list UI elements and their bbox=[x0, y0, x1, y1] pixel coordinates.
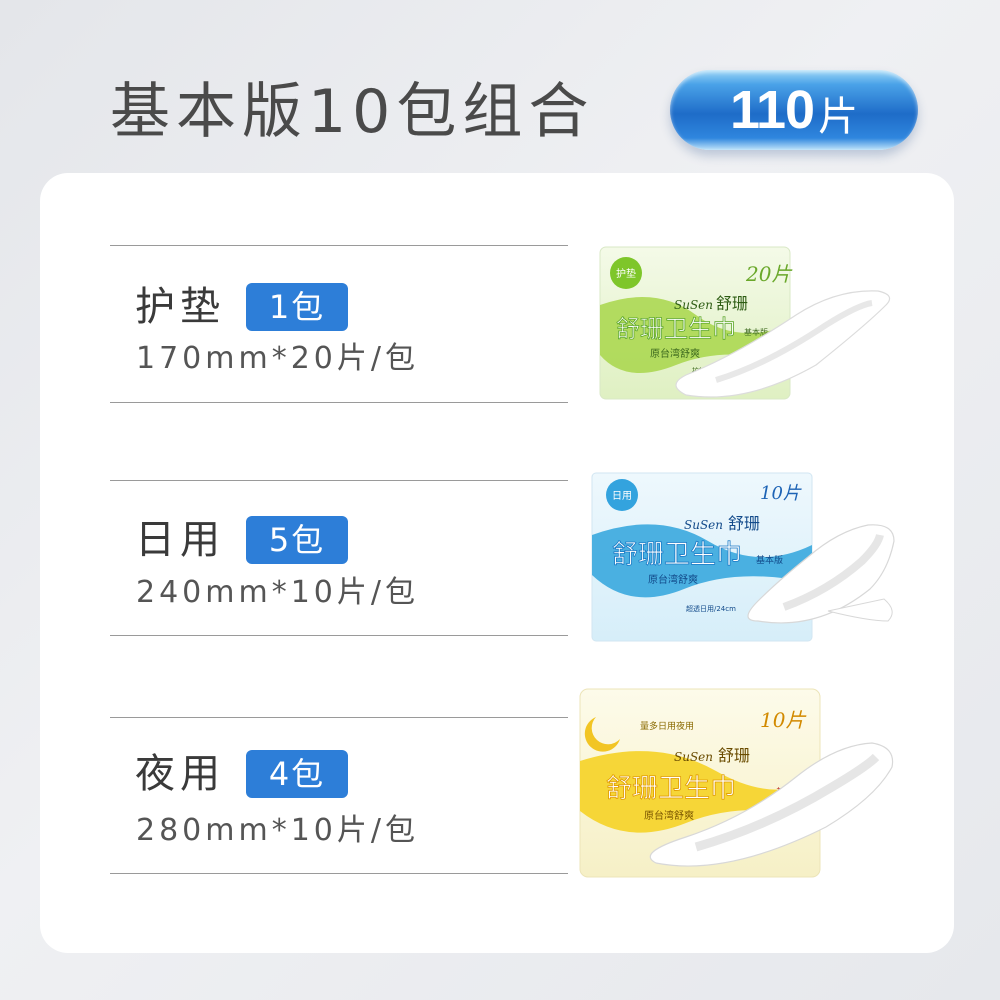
package-slogan: 原台湾舒爽 bbox=[644, 809, 694, 822]
package-qty: 10片 bbox=[760, 483, 802, 504]
item-count-badge: 1包 bbox=[246, 283, 348, 331]
divider bbox=[110, 245, 568, 246]
divider bbox=[110, 480, 568, 481]
package-slogan: 原台湾舒爽 bbox=[648, 573, 698, 586]
daytime-pad-package-image: 日用 10片 SuSen 舒珊 舒珊卫生巾 原台湾舒爽 基本版 超透日用/24c… bbox=[591, 472, 895, 642]
item-count-badge: 4包 bbox=[246, 750, 348, 798]
package-slogan: 原台湾舒爽 bbox=[650, 347, 700, 360]
item-name: 日用 bbox=[135, 517, 225, 563]
package-brand-cn: 舒珊 bbox=[718, 746, 750, 765]
total-count-number: 110 bbox=[729, 80, 815, 140]
package-brand-cn: 舒珊 bbox=[716, 294, 748, 313]
divider bbox=[110, 873, 568, 874]
item-name: 护垫 bbox=[135, 284, 225, 330]
package-qty: 10片 bbox=[760, 708, 806, 732]
package-tag: 护垫 bbox=[616, 267, 636, 280]
package-tag: 日用 bbox=[612, 491, 632, 502]
item-spec: 240mm*10片/包 bbox=[136, 575, 419, 610]
package-product-name: 舒珊卫生巾 bbox=[612, 540, 742, 570]
item-count-badge: 5包 bbox=[246, 516, 348, 564]
package-brand: SuSen bbox=[684, 518, 723, 532]
pantyliner-package-image: 护垫 20片 SuSen 舒珊 舒珊卫生巾 原台湾舒爽 基本版 护垫/17cm bbox=[599, 246, 891, 400]
divider bbox=[110, 717, 568, 718]
package-brand: SuSen bbox=[674, 750, 713, 764]
total-count-badge: 110 片 bbox=[670, 70, 918, 150]
package-qty: 20片 bbox=[745, 262, 792, 286]
item-spec: 280mm*10片/包 bbox=[136, 813, 419, 848]
product-list-card: 护垫 1包 170mm*20片/包 日用 5包 240mm*10片/包 夜用 4… bbox=[40, 173, 954, 953]
package-tag: 量多日用夜用 bbox=[640, 720, 694, 732]
package-brand-cn: 舒珊 bbox=[728, 514, 760, 533]
total-count-unit: 片 bbox=[818, 94, 859, 140]
package-brand: SuSen bbox=[674, 298, 713, 312]
package-product-name: 舒珊卫生巾 bbox=[616, 315, 736, 343]
package-edition: 基本版 bbox=[756, 554, 783, 566]
item-spec: 170mm*20片/包 bbox=[136, 341, 419, 376]
package-product-name: 舒珊卫生巾 bbox=[606, 774, 736, 804]
item-name: 夜用 bbox=[135, 751, 225, 797]
divider bbox=[110, 635, 568, 636]
divider bbox=[110, 402, 568, 403]
night-pad-package-image: 量多日用夜用 10片 SuSen 舒珊 舒珊卫生巾 原台湾舒爽 基本版 bbox=[579, 688, 894, 878]
page-title: 基本版10包组合 bbox=[110, 77, 595, 147]
package-note: 超透日用/24cm bbox=[686, 604, 736, 613]
